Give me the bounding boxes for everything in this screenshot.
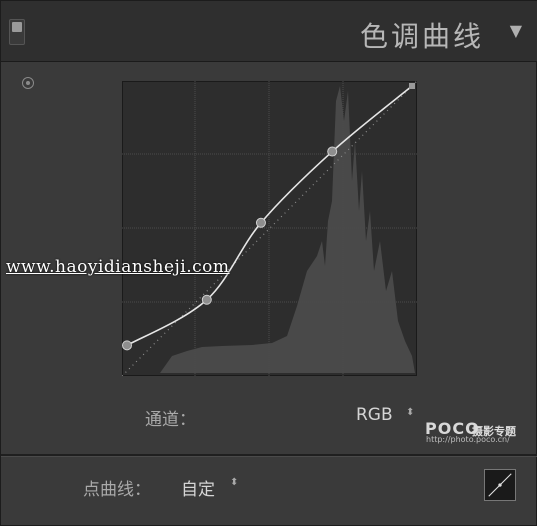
tone-curve-panel: 色调曲线 ▼ www.haoyidiansheji.com 通道： RGB ⬍ … <box>0 0 537 526</box>
channel-label: 通道： <box>145 410 196 430</box>
curve-control-point[interactable] <box>122 340 132 351</box>
panel-title: 色调曲线 <box>359 20 484 53</box>
panel-header: 色调曲线 ▼ <box>1 1 537 62</box>
target-adjustment-icon[interactable] <box>22 77 34 89</box>
channel-select[interactable]: RGB <box>356 405 393 425</box>
curve-control-point[interactable] <box>201 294 212 305</box>
linear-curve-icon[interactable] <box>484 469 516 501</box>
poco-logo-url: http://photo.poco.cn/ <box>426 435 510 444</box>
panel-toggle-switch[interactable] <box>9 19 25 45</box>
curve-control-point[interactable] <box>409 83 415 89</box>
section-divider <box>1 454 537 457</box>
point-curve-select[interactable]: 自定 <box>181 475 215 500</box>
watermark-url-text: www.haoyidiansheji.com <box>6 257 230 277</box>
curve-control-point[interactable] <box>327 146 338 157</box>
point-curve-label: 点曲线： <box>83 480 151 500</box>
curve-control-point[interactable] <box>255 217 266 228</box>
point-curve-spinner-icon[interactable]: ⬍ <box>230 478 238 488</box>
collapse-triangle-icon[interactable]: ▼ <box>510 21 522 40</box>
channel-spinner-icon[interactable]: ⬍ <box>406 408 414 418</box>
tone-curve-graph[interactable] <box>122 81 417 376</box>
